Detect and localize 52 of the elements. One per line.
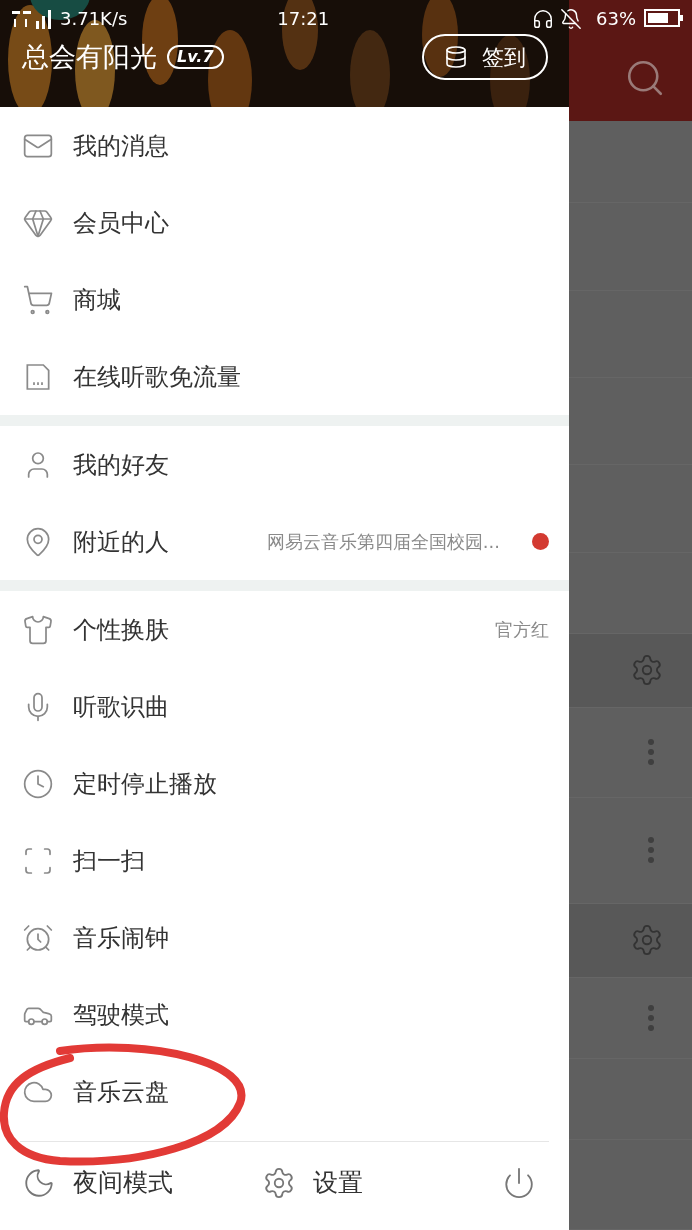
moon-icon	[22, 1166, 56, 1200]
menu-label: 我的好友	[73, 449, 169, 481]
menu-item[interactable]: 驾驶模式	[0, 976, 569, 1053]
battery-icon	[644, 8, 684, 28]
menu-item[interactable]: 会员中心	[0, 184, 569, 261]
menu-label: 驾驶模式	[73, 999, 169, 1031]
level-badge: Lv.7	[167, 45, 224, 69]
more-icon	[648, 1004, 654, 1031]
cart-icon	[22, 283, 54, 316]
menu-item[interactable]: 在线听歌免流量	[0, 338, 569, 415]
menu-label: 商城	[73, 284, 121, 316]
menu-label: 音乐云盘	[73, 1076, 169, 1108]
menu-item[interactable]: 我的消息	[0, 107, 569, 184]
menu-label: 在线听歌免流量	[73, 361, 241, 393]
night-mode-button[interactable]: 夜间模式	[22, 1164, 262, 1202]
more-icon	[648, 739, 654, 766]
more-icon	[648, 837, 654, 864]
signal-icon	[10, 7, 54, 29]
user-name: 总会有阳光	[22, 39, 157, 74]
settings-button[interactable]: 设置	[262, 1164, 502, 1202]
menu-label: 我的消息	[73, 130, 169, 162]
menu-item[interactable]: 我的好友	[0, 426, 569, 503]
menu-label: 音乐闹钟	[73, 922, 169, 954]
menu-label: 听歌识曲	[73, 691, 169, 723]
menu-item[interactable]: 听歌识曲	[0, 668, 569, 745]
menu-item[interactable]: 定时停止播放	[0, 745, 569, 822]
menu-item[interactable]: 音乐闹钟	[0, 899, 569, 976]
settings-icon	[630, 923, 664, 958]
check-in-button[interactable]: 签到	[422, 34, 548, 80]
menu-item[interactable]: 音乐云盘	[0, 1053, 569, 1130]
power-icon	[502, 1166, 536, 1200]
menu-item[interactable]: 附近的人 网易云音乐第四届全国校园...	[0, 503, 569, 580]
battery-level: 63%	[596, 6, 636, 31]
shirt-icon	[22, 613, 54, 646]
menu-label: 会员中心	[73, 207, 169, 239]
headphones-icon	[532, 8, 554, 30]
menu-label: 扫一扫	[73, 845, 145, 877]
menu-item[interactable]: 扫一扫	[0, 822, 569, 899]
settings-icon	[630, 653, 664, 688]
bell-off-icon	[560, 8, 582, 30]
menu-label: 附近的人	[73, 526, 169, 558]
clock-time: 17:21	[277, 6, 330, 31]
menu-label: 定时停止播放	[73, 768, 217, 800]
coins-icon	[444, 45, 468, 69]
menu-item[interactable]: 商城	[0, 261, 569, 338]
menu-detail: 官方红	[495, 618, 549, 642]
menu-item[interactable]: 个性换肤 官方红	[0, 591, 569, 668]
menu-label: 个性换肤	[73, 614, 169, 646]
settings-icon	[262, 1166, 296, 1200]
network-speed: 3.71K/s	[60, 6, 128, 31]
menu-detail: 网易云音乐第四届全国校园...	[266, 530, 500, 554]
clock-icon	[22, 767, 54, 800]
